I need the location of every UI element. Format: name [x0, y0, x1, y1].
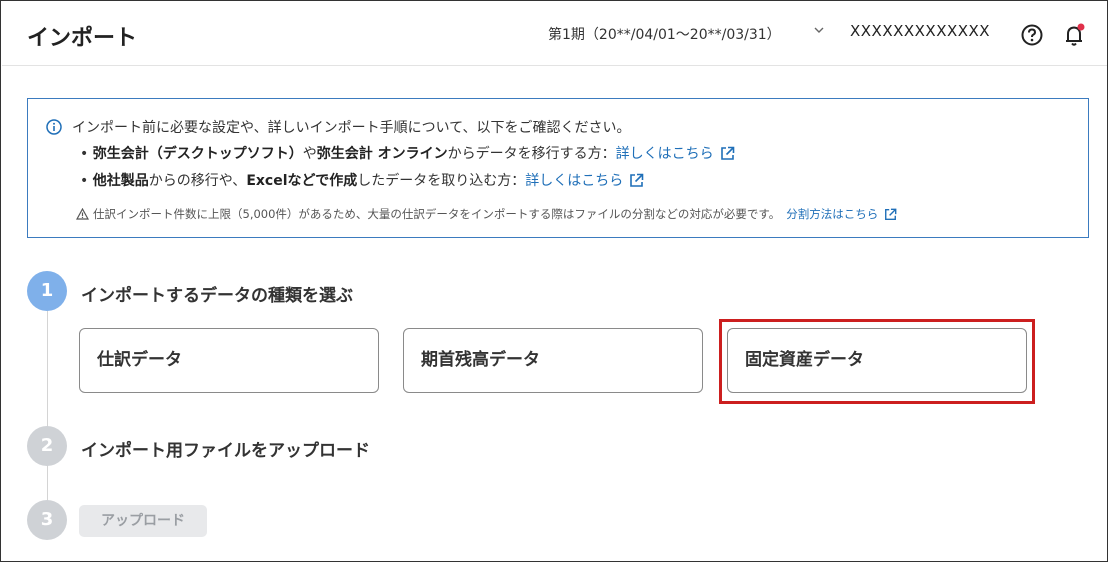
- company-name[interactable]: XXXXXXXXXXXXX: [850, 22, 990, 40]
- external-link-icon[interactable]: [884, 208, 897, 224]
- notification-dot: [1077, 23, 1085, 31]
- bold-text: 他社製品: [92, 173, 149, 189]
- info-icon: [46, 119, 62, 135]
- details-link[interactable]: 詳しくはこちら: [525, 173, 623, 189]
- info-bullet-migrate-other: • 他社製品からの移行や、Excelなどで作成したデータを取り込む方：詳しくはこ…: [80, 170, 644, 192]
- app-window: インポート 第1期（20**/04/01〜20**/03/31） XXXXXXX…: [0, 0, 1108, 562]
- external-link-icon[interactable]: [720, 146, 735, 165]
- step-2-indicator: 2: [27, 426, 67, 466]
- step-3-indicator: 3: [27, 500, 67, 540]
- step-2-title: インポート用ファイルをアップロード: [81, 441, 370, 461]
- details-link[interactable]: 詳しくはこちら: [616, 146, 714, 162]
- step-1-title: インポートするデータの種類を選ぶ: [81, 286, 353, 306]
- highlight-frame: [719, 319, 1035, 404]
- data-type-opening-balance-button[interactable]: 期首残高データ: [403, 328, 703, 393]
- page-title: インポート: [27, 26, 138, 51]
- notification-bell-icon[interactable]: [1064, 23, 1086, 47]
- fiscal-period-selector[interactable]: 第1期（20**/04/01〜20**/03/31）: [548, 24, 781, 44]
- bold-text: Excelなどで作成: [246, 173, 358, 189]
- step-1-indicator: 1: [27, 271, 67, 311]
- data-type-journal-button[interactable]: 仕訳データ: [79, 328, 379, 393]
- split-method-link[interactable]: 分割方法はこちら: [786, 207, 878, 221]
- bold-text: 弥生会計 オンライン: [316, 146, 448, 162]
- info-intro-text: インポート前に必要な設定や、詳しいインポート手順について、以下をご確認ください。: [72, 120, 631, 136]
- info-box: インポート前に必要な設定や、詳しいインポート手順について、以下をご確認ください。…: [27, 98, 1089, 238]
- page-header: インポート 第1期（20**/04/01〜20**/03/31） XXXXXXX…: [2, 2, 1107, 66]
- info-bullet-migrate-yayoi: • 弥生会計（デスクトップソフト）や弥生会計 オンラインからデータを移行する方：…: [80, 143, 735, 165]
- warning-icon: [75, 207, 90, 223]
- upload-button[interactable]: アップロード: [79, 505, 207, 537]
- external-link-icon[interactable]: [629, 173, 644, 192]
- import-limit-note: 仕訳インポート件数に上限（5,000件）があるため、大量の仕訳データをインポート…: [75, 206, 897, 224]
- bold-text: 弥生会計（デスクトップソフト）: [92, 146, 303, 162]
- chevron-down-icon[interactable]: [814, 24, 824, 38]
- help-icon[interactable]: [1021, 24, 1043, 46]
